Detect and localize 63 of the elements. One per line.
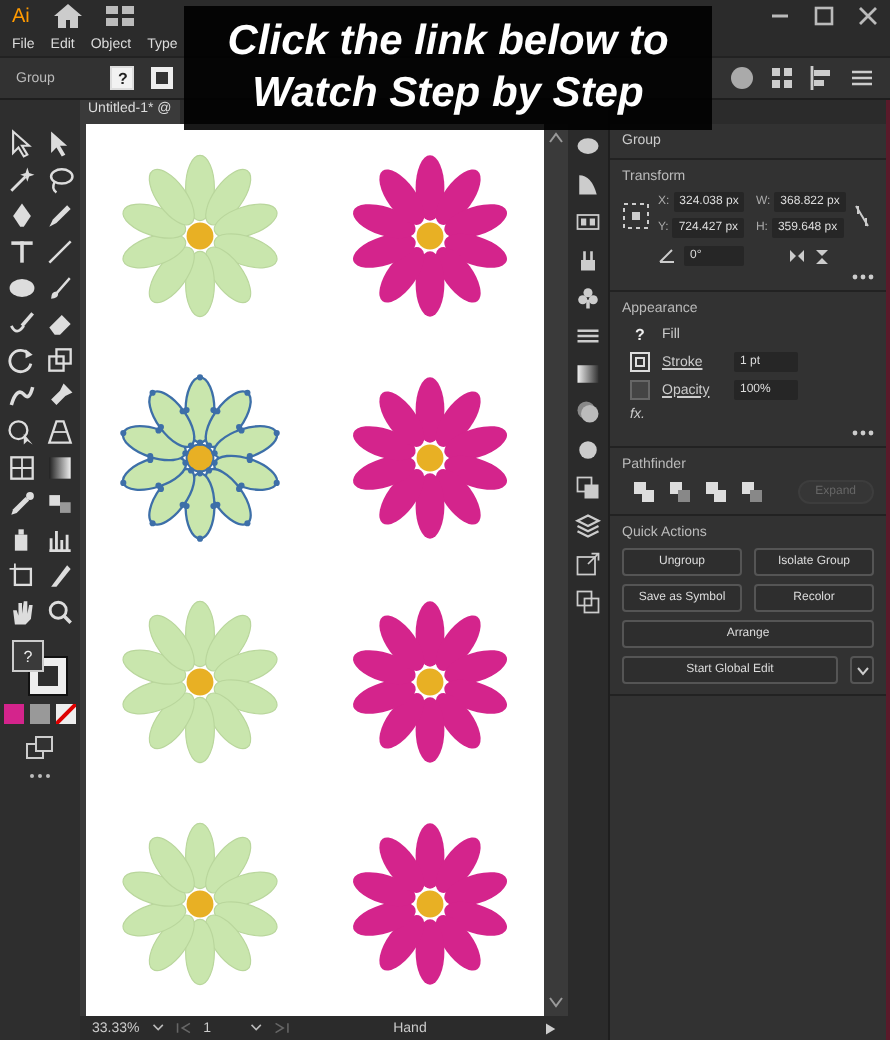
stroke-swatch[interactable] — [30, 658, 66, 694]
dropdown-button[interactable] — [850, 656, 874, 684]
reference-point-icon[interactable] — [622, 201, 650, 229]
export-icon[interactable] — [574, 550, 602, 578]
chevron-down-icon[interactable] — [151, 1022, 164, 1034]
banner-text: Watch Step by Step — [252, 70, 644, 118]
opacity-swatch-icon[interactable] — [630, 380, 650, 400]
globe-icon[interactable] — [730, 66, 754, 90]
circles-icon[interactable] — [574, 398, 602, 426]
more-options-icon[interactable] — [852, 274, 874, 280]
mesh-icon[interactable] — [5, 452, 37, 484]
line-icon[interactable] — [43, 236, 75, 268]
home-icon[interactable] — [53, 4, 82, 28]
chevron-down-icon — [855, 665, 869, 675]
list-icon[interactable] — [850, 66, 874, 90]
pencil-icon[interactable] — [43, 200, 75, 232]
scroll-down-icon[interactable] — [548, 996, 564, 1008]
gradient-swatch-icon[interactable] — [30, 704, 50, 724]
scale-icon[interactable] — [43, 344, 75, 376]
layers-icon[interactable] — [574, 512, 602, 540]
maximize-icon[interactable] — [814, 6, 834, 26]
duplicate-icon[interactable] — [574, 588, 602, 616]
gradient-square-icon[interactable] — [574, 360, 602, 388]
play-icon[interactable] — [546, 1021, 556, 1035]
flip-vertical-icon[interactable] — [814, 247, 830, 265]
scroll-up-icon[interactable] — [548, 132, 564, 144]
artboard-icon[interactable] — [5, 560, 37, 592]
shape-builder-icon[interactable] — [5, 416, 37, 448]
overlap-squares-icon[interactable] — [574, 474, 602, 502]
pathfinder-shape-icon[interactable] — [706, 482, 726, 502]
stroke-swatch-icon[interactable] — [630, 352, 650, 372]
pathfinder-shape-icon[interactable] — [670, 482, 690, 502]
swatches-icon[interactable] — [574, 208, 602, 236]
more-icon[interactable] — [28, 772, 52, 780]
banner-text: Click the link below to — [227, 18, 669, 66]
link-icon[interactable] — [853, 203, 870, 227]
align-grid-icon[interactable] — [770, 66, 794, 90]
screen-mode-icon[interactable] — [26, 736, 54, 760]
pathfinder-shape-icon[interactable] — [634, 482, 654, 502]
color-swatch-icon[interactable] — [4, 704, 24, 724]
fill-swatch[interactable]: ? — [630, 324, 650, 344]
more-options-icon[interactable] — [852, 430, 874, 436]
close-icon[interactable] — [858, 6, 878, 26]
flip-horizontal-icon[interactable] — [788, 248, 806, 264]
search-icon[interactable] — [43, 596, 75, 628]
app-logo: Ai — [12, 5, 30, 27]
pathfinder-shape-icon[interactable] — [742, 482, 762, 502]
perspective-icon[interactable] — [43, 416, 75, 448]
align-left-icon[interactable] — [810, 66, 834, 90]
type-icon[interactable] — [5, 236, 37, 268]
angle-icon — [658, 248, 676, 264]
rotate-icon[interactable] — [5, 344, 37, 376]
first-page-icon[interactable] — [175, 1022, 192, 1034]
club-icon[interactable] — [574, 284, 602, 312]
none-swatch-icon[interactable] — [56, 704, 76, 724]
fill-swatch[interactable]: ? — [110, 66, 135, 90]
workspace-grid-icon[interactable] — [105, 6, 134, 26]
chevron-down-icon[interactable] — [249, 1022, 262, 1034]
eyedropper-icon[interactable] — [5, 488, 37, 520]
stroke-swatch-icon[interactable] — [150, 66, 175, 90]
fill-swatch[interactable]: ? — [12, 640, 44, 672]
last-page-icon[interactable] — [273, 1022, 290, 1034]
wand-icon[interactable] — [5, 164, 37, 196]
